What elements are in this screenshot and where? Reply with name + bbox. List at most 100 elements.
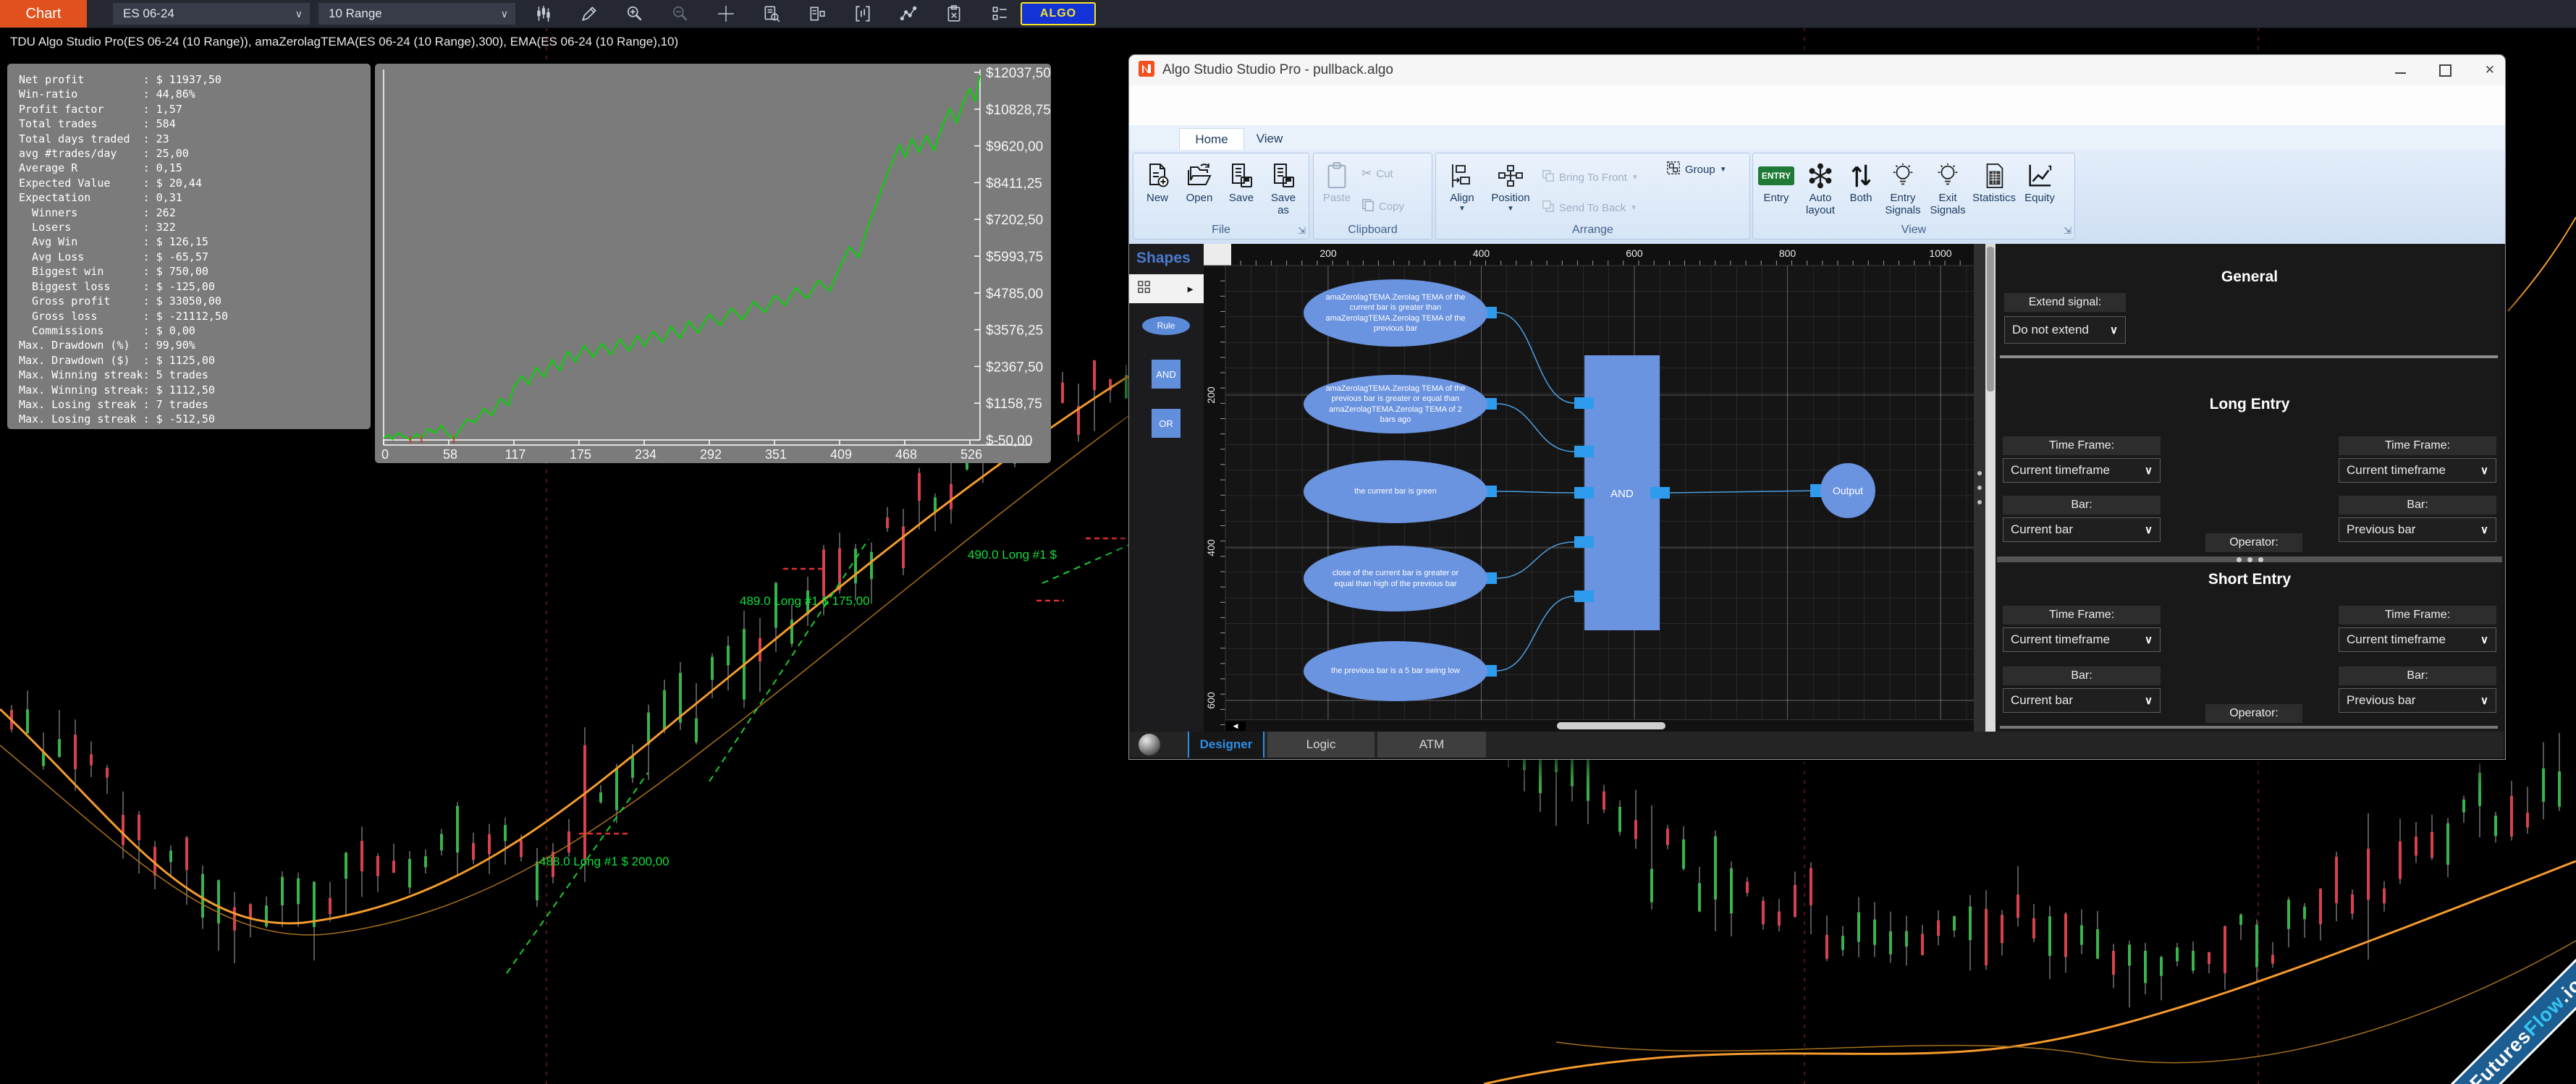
strategy-path-icon[interactable] <box>899 4 918 23</box>
tab-designer[interactable]: Designer <box>1188 732 1264 758</box>
short-right-timeframe-select[interactable]: Current timeframe∨ <box>2339 627 2496 652</box>
tab-logic[interactable]: Logic <box>1267 732 1374 758</box>
save-as-button[interactable]: Save as <box>1262 159 1304 217</box>
bar-label: Bar: <box>2339 666 2496 685</box>
palette-header[interactable]: ► <box>1129 274 1204 303</box>
extend-signal-select[interactable]: Do not extend∨ <box>2004 316 2126 344</box>
crosshair-icon[interactable] <box>717 4 735 23</box>
entry-signals-button[interactable]: Entry Signals <box>1880 159 1925 217</box>
canvas-vertical-scrollbar[interactable] <box>1985 244 1996 732</box>
dialog-launcher-icon[interactable]: ⇲ <box>1298 226 1306 237</box>
svg-text:200: 200 <box>1205 386 1217 404</box>
clipboard-remove-icon[interactable] <box>945 4 963 23</box>
svg-text:$4785,00: $4785,00 <box>986 287 1043 302</box>
logic-node-2[interactable]: amaZerolagTEMA.Zerolag TEMA of the previ… <box>1304 375 1487 433</box>
zoom-in-icon[interactable] <box>625 4 644 23</box>
long-right-timeframe-select[interactable]: Current timeframe∨ <box>2339 458 2496 483</box>
svg-text:$9620,00: $9620,00 <box>986 140 1043 155</box>
canvas-horizontal-scrollbar[interactable]: ◀ <box>1225 719 1974 732</box>
status-orb[interactable] <box>1139 734 1160 755</box>
both-view-button[interactable]: Both <box>1844 159 1878 205</box>
chevron-down-icon: ∨ <box>2110 323 2118 336</box>
long-left-bar-select[interactable]: Current bar∨ <box>2003 517 2161 542</box>
window-titlebar[interactable]: Algo Studio Studio Pro - pullback.algo ✕ <box>1129 55 2505 85</box>
long-left-timeframe-select[interactable]: Current timeframe∨ <box>2003 458 2161 483</box>
chart-tab-button[interactable]: Chart <box>0 0 87 27</box>
logic-node-4[interactable]: close of the current bar is greater or e… <box>1304 546 1487 611</box>
logic-node-5[interactable]: the previous bar is a 5 bar swing low <box>1304 641 1487 701</box>
dialog-launcher-icon[interactable]: ⇲ <box>2064 226 2072 237</box>
long-right-bar-select[interactable]: Previous bar∨ <box>2339 517 2496 542</box>
panel-splitter[interactable] <box>1974 244 1985 732</box>
logic-node-1[interactable]: amaZerolagTEMA.Zerolag TEMA of the curre… <box>1304 279 1487 347</box>
svg-text:600: 600 <box>1626 247 1643 259</box>
toolbar-icons <box>534 4 1009 23</box>
tab-view[interactable]: View <box>1243 128 1296 150</box>
palette-shape-rule[interactable]: Rule <box>1142 316 1190 335</box>
report-icon[interactable] <box>762 4 781 23</box>
tab-atm[interactable]: ATM <box>1377 732 1486 758</box>
shapes-title: Shapes <box>1136 250 1191 267</box>
new-button[interactable]: New <box>1136 159 1178 205</box>
general-section-title: General <box>1997 268 2502 286</box>
bring-to-front-button[interactable]: Bring To Front ▼ <box>1542 169 1639 185</box>
auto-layout-button[interactable]: Auto layout <box>1798 159 1843 217</box>
equity-view-button[interactable]: Equity <box>2019 159 2060 205</box>
short-entry-section-title: Short Entry <box>1997 571 2502 588</box>
close-icon[interactable]: ✕ <box>2485 63 2495 77</box>
statistics-table-icon <box>1981 159 2007 192</box>
svg-text:$1158,75: $1158,75 <box>986 397 1042 412</box>
ribbon: New Open Save Save as File ⇲ <box>1129 150 2505 244</box>
copy-button[interactable]: Copy <box>1361 198 1404 214</box>
svg-text:Output: Output <box>1833 485 1863 496</box>
position-button[interactable]: Position ▼ <box>1487 159 1534 213</box>
auto-layout-icon <box>1807 159 1834 192</box>
maximize-icon[interactable] <box>2439 64 2452 77</box>
open-button[interactable]: Open <box>1178 159 1220 205</box>
draw-pencil-icon[interactable] <box>580 4 599 23</box>
data-window-icon[interactable] <box>808 4 827 23</box>
logic-canvas[interactable]: 2004006008001000200400600ANDOutput ◀ ama… <box>1204 244 1974 732</box>
svg-text:$12037,50: $12037,50 <box>986 66 1051 81</box>
section-splitter[interactable] <box>1997 556 2502 562</box>
exit-signals-button[interactable]: Exit Signals <box>1927 159 1969 217</box>
send-to-back-button[interactable]: Send To Back ▼ <box>1542 200 1637 216</box>
entry-view-button[interactable]: ENTRY Entry <box>1756 159 1796 205</box>
chart-trader-icon[interactable] <box>853 4 872 23</box>
short-right-bar-select[interactable]: Previous bar∨ <box>2339 688 2496 713</box>
symbol-select[interactable]: ES 06-24 ∨ <box>113 3 310 25</box>
chevron-down-icon: ▼ <box>1630 204 1637 212</box>
logic-node-3[interactable]: the current bar is green <box>1304 460 1487 523</box>
cut-scissors-icon: ✂ <box>1361 166 1372 181</box>
lightbulb-icon <box>1934 159 1961 192</box>
tab-home[interactable]: Home <box>1179 128 1244 151</box>
expand-arrow-icon[interactable]: ► <box>1186 284 1195 295</box>
scrollbar-thumb[interactable] <box>1557 722 1665 729</box>
chart-toolbar: Chart ES 06-24 ∨ 10 Range ∨ ALGO <box>0 0 2576 28</box>
group-button[interactable]: Group ▼ <box>1666 161 1727 178</box>
checklist-icon[interactable] <box>990 4 1009 23</box>
cut-button[interactable]: ✂ Cut <box>1361 166 1393 181</box>
algo-button[interactable]: ALGO <box>1021 2 1096 25</box>
bring-to-front-icon <box>1542 169 1555 185</box>
zoom-out-icon[interactable] <box>671 4 690 23</box>
bar-label: Bar: <box>2003 666 2161 685</box>
short-left-timeframe-select[interactable]: Current timeframe∨ <box>2003 627 2161 652</box>
paste-button[interactable]: Paste <box>1317 159 1357 205</box>
candlestick-chart-icon[interactable] <box>534 4 553 23</box>
svg-text:351: 351 <box>765 447 787 462</box>
align-button[interactable]: Align ▼ <box>1440 159 1484 213</box>
interval-select[interactable]: 10 Range ∨ <box>318 3 515 25</box>
scrollbar-thumb[interactable] <box>1987 247 1994 391</box>
palette-shape-or[interactable]: OR <box>1152 409 1181 438</box>
ribbon-group-clipboard: Paste ✂ Cut Copy Clipboard <box>1313 153 1432 240</box>
palette-shape-and[interactable]: AND <box>1152 360 1181 389</box>
short-left-bar-select[interactable]: Current bar∨ <box>2003 688 2161 713</box>
interval-value: 10 Range <box>329 7 382 21</box>
scroll-left-icon[interactable]: ◀ <box>1225 721 1246 731</box>
operator-label: Operator: <box>2205 533 2302 552</box>
statistics-button[interactable]: Statistics <box>1970 159 2018 205</box>
save-button[interactable]: Save <box>1220 159 1262 205</box>
minimize-icon[interactable] <box>2395 67 2406 74</box>
svg-text:175: 175 <box>570 447 591 462</box>
